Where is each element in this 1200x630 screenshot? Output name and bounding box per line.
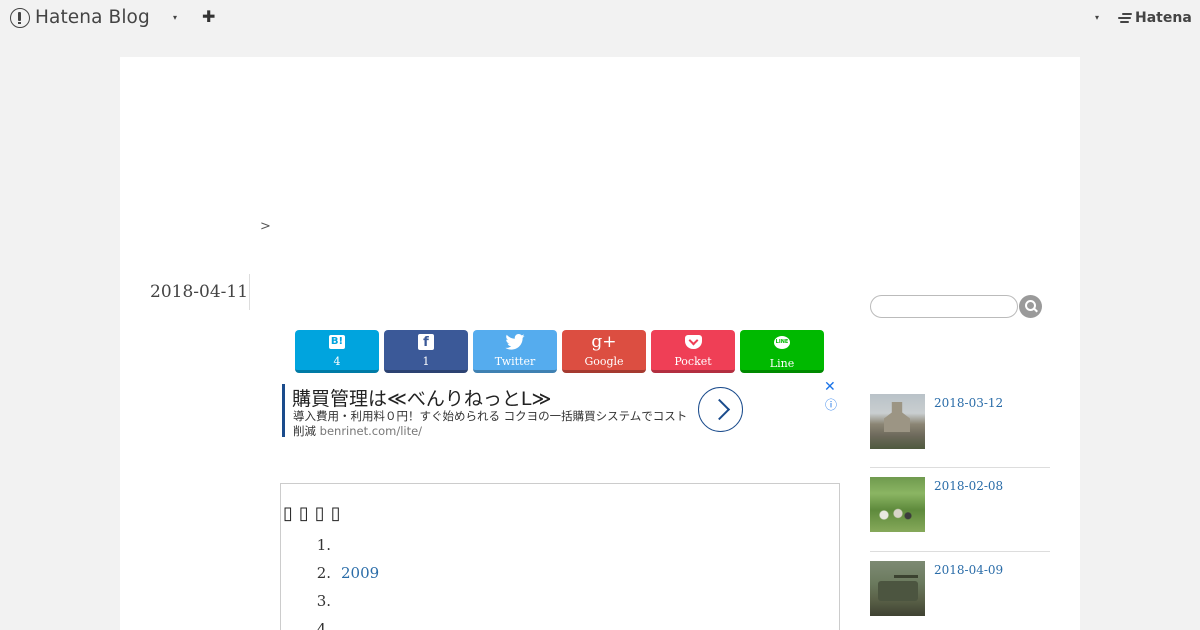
list-item: 4. [316,620,331,630]
breadcrumb: > [260,219,271,234]
account-menu-caret-icon[interactable]: ▾ [1095,13,1099,22]
share-google-plus-button[interactable]: g+ Google [562,330,646,373]
hatena-bookmark-icon: B! [328,335,346,349]
share-twitter-button[interactable]: Twitter [473,330,557,373]
entry-date-link[interactable]: 2018-04-09 [934,563,1003,577]
ad-info-icon[interactable]: ⓘ [825,396,837,413]
google-plus-icon: g+ [591,332,617,352]
divider [870,467,1050,468]
share-count: 4 [333,355,341,368]
facebook-icon: f [418,334,434,350]
ad-close-icon[interactable]: ✕ [824,379,836,395]
sidebar-entry[interactable]: 2018-02-08 [870,477,1050,552]
hatena-blog-logo[interactable]: Hatena Blog [10,7,150,28]
line-icon: LINE [774,335,790,349]
list-item: 1. [316,536,331,554]
ad-arrow-button[interactable] [698,387,743,432]
divider [870,551,1050,552]
content-list: 1. 2. 2009 3. 4. [309,536,380,630]
share-count: 1 [422,355,430,368]
ad-title[interactable]: 購買管理は≪べんりねっとL≫ [292,384,551,411]
blog-menu-caret-icon[interactable]: ▾ [173,13,177,22]
ad-description: 導入費用・利用料０円！すぐ始められる コクヨの一括購買システムでコスト削減 be… [293,409,693,439]
share-label: Line [769,357,795,370]
share-line-button[interactable]: LINE Line [740,330,824,373]
ad-url[interactable]: benrinet.com/lite/ [320,424,422,438]
hatena-mark-icon [1118,12,1132,24]
twitter-bird-icon [505,334,525,350]
hatena-logo-text: Hatena [1135,10,1192,26]
ad-accent-bar [282,384,285,437]
sidebar-entry[interactable]: 2018-03-12 [870,394,1050,469]
share-buttons: B! 4 f 1 Twitter g+ Google Pocket LINE L… [295,330,829,373]
entry-thumbnail[interactable] [870,394,925,449]
entry-date-link[interactable]: 2018-03-12 [934,396,1003,410]
entry-thumbnail[interactable] [870,561,925,616]
content-heading: ▯▯▯▯ [283,503,347,524]
entry-date-link[interactable]: 2018-02-08 [934,479,1003,493]
hatena-logo[interactable]: Hatena [1118,10,1192,26]
pocket-icon [684,335,702,349]
new-post-plus-icon[interactable]: ✚ [202,7,215,26]
share-label: Pocket [674,355,712,368]
entry-date: 2018-04-11 [150,274,250,310]
share-pocket-button[interactable]: Pocket [651,330,735,373]
share-label: Twitter [494,355,536,368]
share-label: Google [584,355,624,368]
entry-thumbnail[interactable] [870,477,925,532]
search-icon[interactable] [1019,295,1042,318]
hatena-blog-logo-text: Hatena Blog [35,7,150,28]
list-item-link[interactable]: 2009 [341,564,379,592]
hatena-blog-logo-icon [10,7,30,28]
list-item[interactable]: 2. 2009 [309,564,380,592]
search-input[interactable] [870,295,1018,318]
share-hatena-bookmark-button[interactable]: B! 4 [295,330,379,373]
entry-content-box: ▯▯▯▯ 1. 2. 2009 3. 4. [280,483,840,630]
sidebar-entry[interactable]: 2018-04-09 [870,561,1050,630]
ad-banner[interactable]: 購買管理は≪べんりねっとL≫ 導入費用・利用料０円！すぐ始められる コクヨの一括… [282,379,842,439]
global-header: Hatena Blog ▾ ✚ ▾ Hatena [0,0,1200,38]
list-item: 3. [316,592,331,610]
share-facebook-button[interactable]: f 1 [384,330,468,373]
blog-container: > 2018-04-11 B! 4 f 1 Twitter g+ Google … [120,57,1080,630]
